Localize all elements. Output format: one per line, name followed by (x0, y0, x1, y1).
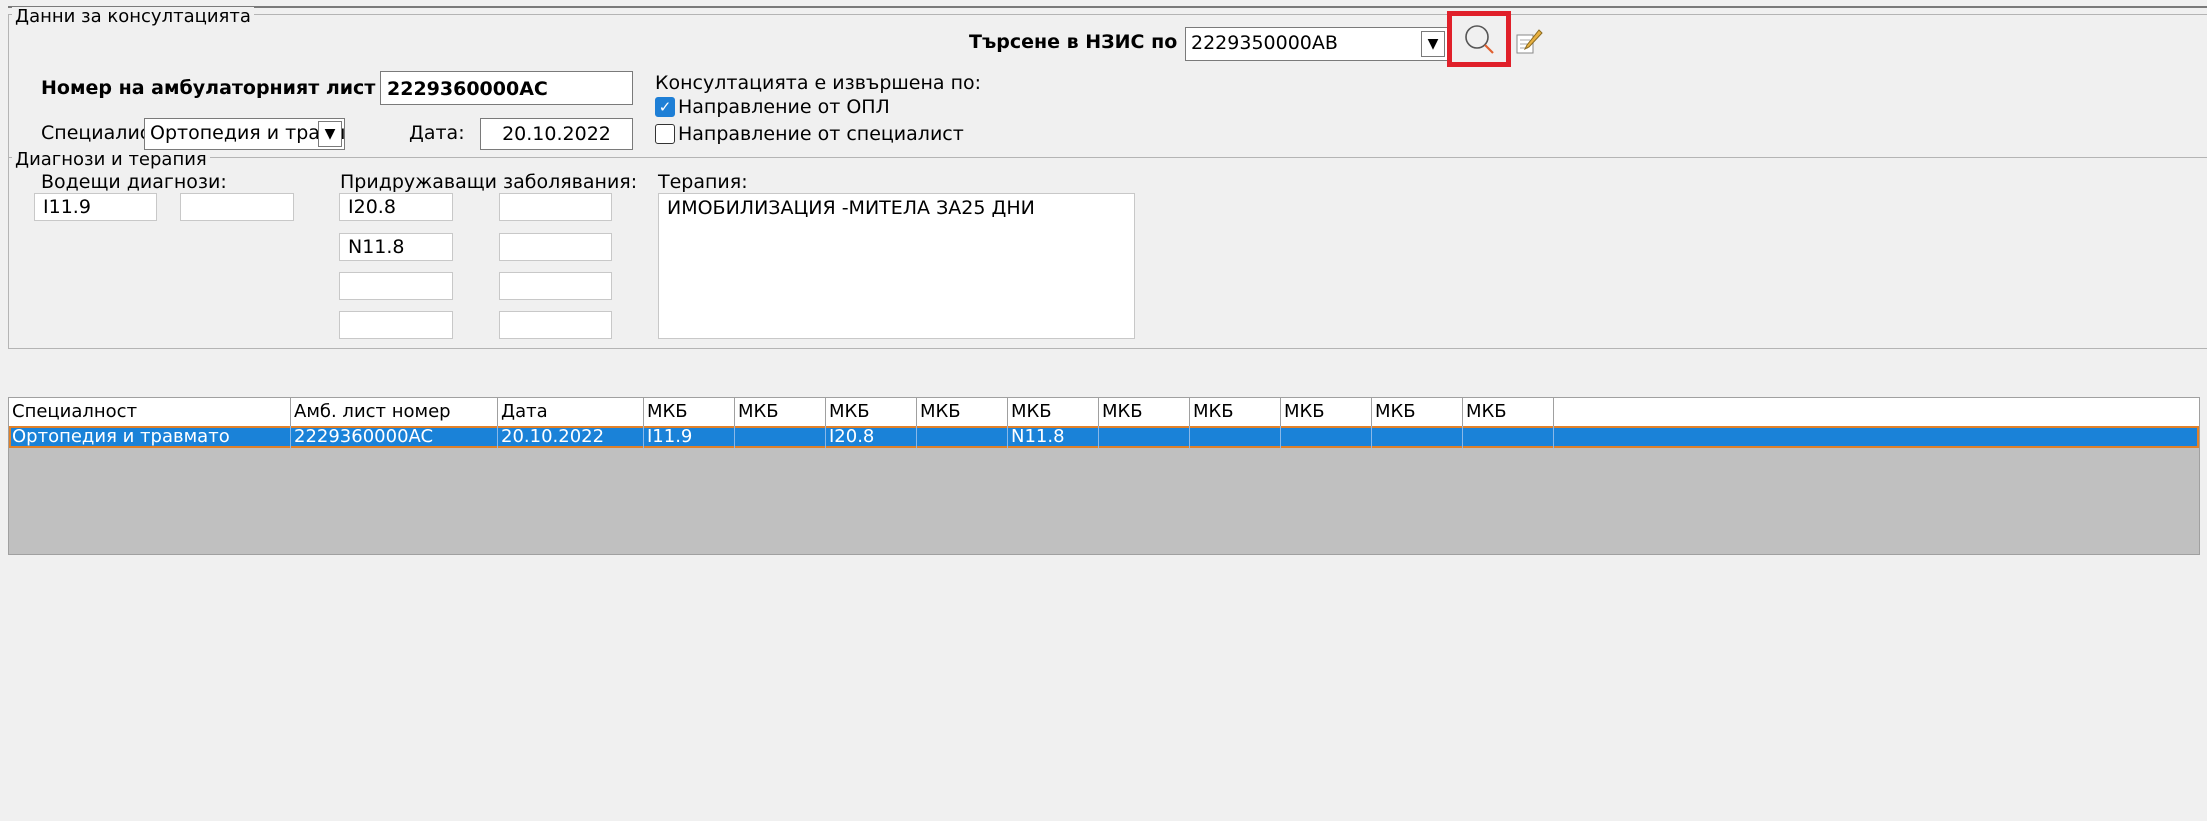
concomitant-4[interactable] (499, 233, 612, 261)
concomitant-6[interactable] (499, 272, 612, 300)
concomitant-5[interactable] (339, 272, 453, 300)
column-header[interactable]: МКБ (917, 398, 1008, 426)
therapy-textarea[interactable]: ИМОБИЛИЗАЦИЯ -МИТЕЛА ЗА25 ДНИ (658, 193, 1135, 339)
edit-button[interactable] (1511, 25, 1545, 59)
top-border (8, 6, 2207, 8)
table-cell: 20.10.2022 (498, 426, 644, 448)
column-header[interactable]: МКБ (1008, 398, 1099, 426)
concomitant-2[interactable] (499, 193, 612, 221)
diagnoses-group-title: Диагнози и терапия (12, 150, 210, 170)
table-header: Специалност Амб. лист номер Дата МКБ МКБ… (9, 398, 2199, 427)
column-header[interactable]: МКБ (1463, 398, 1554, 426)
magnifier-icon (1465, 25, 1494, 54)
search-nrn-combo[interactable]: 2229350000AB ▼ (1185, 27, 1448, 61)
table-cell (1281, 426, 1372, 448)
column-header[interactable]: МКБ (1372, 398, 1463, 426)
column-header[interactable]: Специалност (9, 398, 291, 426)
table-cell: I20.8 (826, 426, 917, 448)
specialist-value: Ортопедия и травматол (150, 122, 344, 144)
column-header[interactable]: МКБ (1190, 398, 1281, 426)
column-header[interactable]: МКБ (735, 398, 826, 426)
therapy-label: Терапия: (658, 171, 748, 193)
table-cell (1099, 426, 1190, 448)
referral-gp-label: Направление от ОПЛ (678, 96, 890, 118)
column-header[interactable]: Дата (498, 398, 644, 426)
date-input[interactable]: 20.10.2022 (480, 118, 633, 150)
table-row[interactable]: Ортопедия и травмато 2229360000AC 20.10.… (9, 426, 2199, 448)
chevron-down-icon[interactable]: ▼ (1421, 31, 1445, 57)
table-cell: 2229360000AC (291, 426, 498, 448)
table-cell (917, 426, 1008, 448)
performed-by-label: Консултацията е извършена по: (655, 72, 982, 94)
concomitant-label: Придружаващи заболявания: (340, 171, 638, 193)
referral-gp-checkbox[interactable]: ✓ (655, 97, 675, 117)
table-cell: Ортопедия и травмато (9, 426, 291, 448)
table-cell (735, 426, 826, 448)
column-header[interactable]: МКБ (1281, 398, 1372, 426)
sheet-number-input[interactable]: 2229360000AC (380, 71, 633, 105)
concomitant-7[interactable] (339, 311, 453, 339)
table-cell (1190, 426, 1281, 448)
concomitant-1[interactable]: I20.8 (339, 193, 453, 221)
column-header[interactable]: МКБ (1099, 398, 1190, 426)
leading-diagnoses-label: Водещи диагнози: (41, 171, 227, 193)
table-cell: I11.9 (644, 426, 735, 448)
pencil-icon (1516, 29, 1543, 54)
specialist-select[interactable]: Ортопедия и травматол ▼ (144, 118, 345, 150)
search-nrn-value: 2229350000AB (1191, 32, 1338, 54)
table-cell (1372, 426, 1463, 448)
table-cell (1463, 426, 1554, 448)
referral-specialist-checkbox[interactable] (655, 124, 675, 144)
column-header[interactable]: Амб. лист номер (291, 398, 498, 426)
chevron-down-icon[interactable]: ▼ (318, 121, 342, 147)
concomitant-3[interactable]: N11.8 (339, 233, 453, 261)
leading-diagnosis-1[interactable]: I11.9 (34, 193, 157, 221)
concomitant-8[interactable] (499, 311, 612, 339)
column-header[interactable]: МКБ (644, 398, 735, 426)
referral-specialist-label: Направление от специалист (678, 123, 964, 145)
column-header[interactable]: МКБ (826, 398, 917, 426)
leading-diagnosis-2[interactable] (180, 193, 294, 221)
table-cell: N11.8 (1008, 426, 1099, 448)
consultations-table[interactable]: Специалност Амб. лист номер Дата МКБ МКБ… (8, 397, 2200, 555)
consultation-group-title: Данни за консултацията (12, 7, 254, 27)
search-button[interactable] (1447, 11, 1511, 67)
date-label: Дата: (409, 122, 465, 144)
